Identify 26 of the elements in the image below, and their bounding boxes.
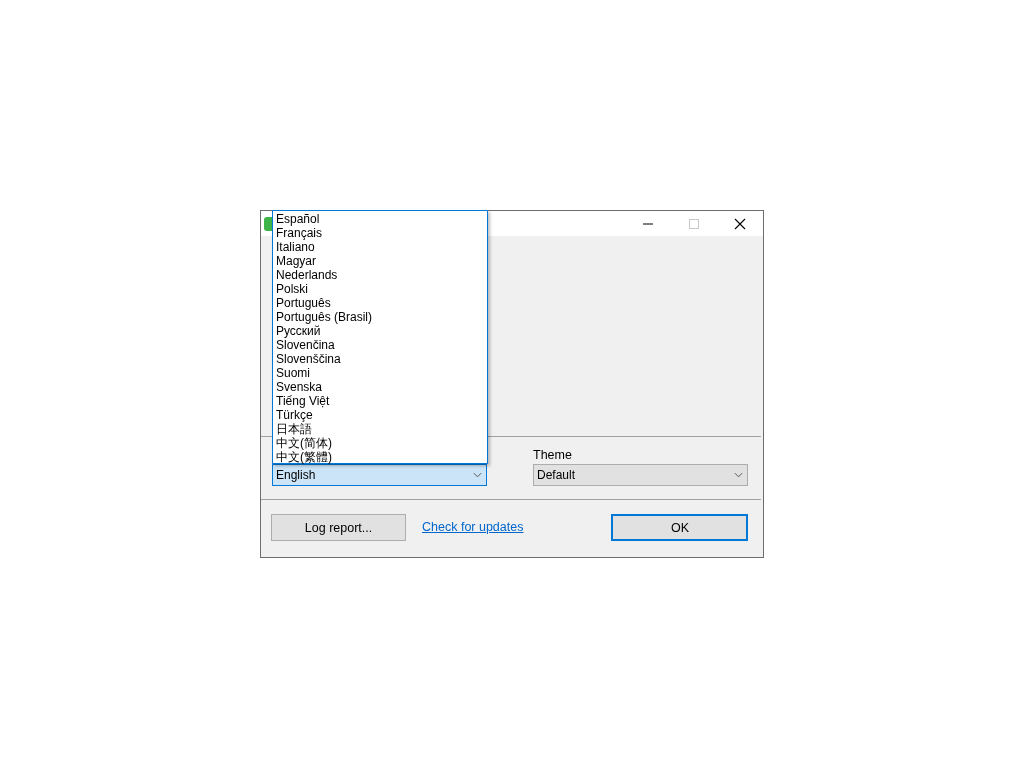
- language-option[interactable]: Español: [273, 212, 487, 226]
- language-option[interactable]: Svenska: [273, 380, 487, 394]
- language-option[interactable]: Suomi: [273, 366, 487, 380]
- language-option[interactable]: Tiếng Việt: [273, 394, 487, 408]
- language-option[interactable]: Polski: [273, 282, 487, 296]
- language-dropdown[interactable]: English: [272, 464, 487, 486]
- caret-icon: [473, 472, 482, 478]
- language-option[interactable]: Русский: [273, 324, 487, 338]
- language-option[interactable]: Português (Brasil): [273, 310, 487, 324]
- language-option[interactable]: Italiano: [273, 240, 487, 254]
- language-option[interactable]: Türkçe: [273, 408, 487, 422]
- language-option[interactable]: Português: [273, 296, 487, 310]
- language-option[interactable]: Magyar: [273, 254, 487, 268]
- language-option[interactable]: 中文(简体): [273, 436, 487, 450]
- language-option[interactable]: Slovenščina: [273, 352, 487, 366]
- theme-dropdown[interactable]: Default: [533, 464, 748, 486]
- theme-label: Theme: [533, 447, 573, 464]
- language-option[interactable]: Nederlands: [273, 268, 487, 282]
- language-option[interactable]: 中文(繁體): [273, 450, 487, 464]
- language-option[interactable]: 日本語: [273, 422, 487, 436]
- ok-button[interactable]: OK: [611, 514, 749, 541]
- language-option[interactable]: Slovenčina: [273, 338, 487, 352]
- log-report-button[interactable]: Log report...: [271, 514, 406, 541]
- caret-icon: [734, 472, 743, 478]
- check-for-updates-link[interactable]: Check for updates: [422, 520, 524, 534]
- language-option[interactable]: Français: [273, 226, 487, 240]
